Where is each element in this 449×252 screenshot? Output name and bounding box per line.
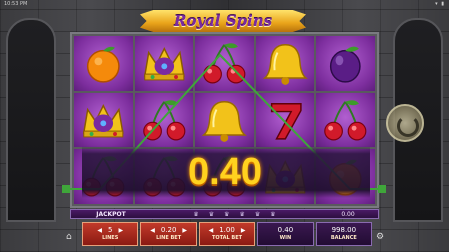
total-bet-box[interactable]: ◀ 1.00 ▶ TOTAL BET <box>198 222 256 246</box>
crown-icon: ♛ <box>239 210 245 218</box>
increase-lines-icon[interactable]: ▶ <box>118 227 123 234</box>
total-bet-label: TOTAL BET <box>211 235 243 241</box>
decrease-lines-icon[interactable]: ◀ <box>97 227 102 234</box>
spin-button[interactable] <box>386 104 424 142</box>
balance-value: 998.00 <box>331 226 357 234</box>
win-label: WIN <box>279 235 292 241</box>
balance-box: 998.00 BALANCE <box>315 222 373 246</box>
win-value: 0.40 <box>277 226 294 234</box>
line-bet-label: LINE BET <box>156 235 182 241</box>
bet-bar: ◀ 5 ▶ LINES ◀ 0.20 ▶ LINE BET ◀ 1.00 ▶ T… <box>82 222 373 246</box>
balance-label: BALANCE <box>330 235 357 241</box>
payline-marker-right <box>378 185 386 193</box>
decrease-line-bet-icon[interactable]: ◀ <box>150 227 155 234</box>
decrease-total-bet-icon[interactable]: ◀ <box>209 227 214 234</box>
win-amount: 0.40 <box>188 151 262 193</box>
payline-marker-left <box>62 185 70 193</box>
crown-icon: ♛ <box>193 210 199 218</box>
lines-box[interactable]: ◀ 5 ▶ LINES <box>82 222 139 246</box>
increase-line-bet-icon[interactable]: ▶ <box>182 227 187 234</box>
line-bet-box[interactable]: ◀ 0.20 ▶ LINE BET <box>140 222 197 246</box>
lines-value: 5 <box>107 226 113 234</box>
line-bet-value: 0.20 <box>160 226 177 234</box>
jackpot-value: 0.00 <box>341 210 355 218</box>
total-bet-value: 1.00 <box>219 226 235 234</box>
jackpot-crowns: ♛ ♛ ♛ ♛ ♛ ♛ <box>151 211 318 218</box>
crown-icon: ♛ <box>270 210 276 218</box>
lines-label: LINES <box>102 235 119 241</box>
crown-icon: ♛ <box>208 210 215 218</box>
home-icon[interactable]: ⌂ <box>66 232 76 242</box>
crown-icon: ♛ <box>224 210 230 218</box>
jackpot-label: JACKPOT <box>96 210 126 218</box>
spin-icon <box>397 115 419 137</box>
jackpot-bar: JACKPOT ♛ ♛ ♛ ♛ ♛ ♛ 0.00 <box>70 209 379 219</box>
increase-total-bet-icon[interactable]: ▶ <box>241 227 246 234</box>
win-box: 0.40 WIN <box>257 222 314 246</box>
gear-icon[interactable]: ⚙ <box>376 232 386 242</box>
crown-icon: ♛ <box>254 210 261 218</box>
